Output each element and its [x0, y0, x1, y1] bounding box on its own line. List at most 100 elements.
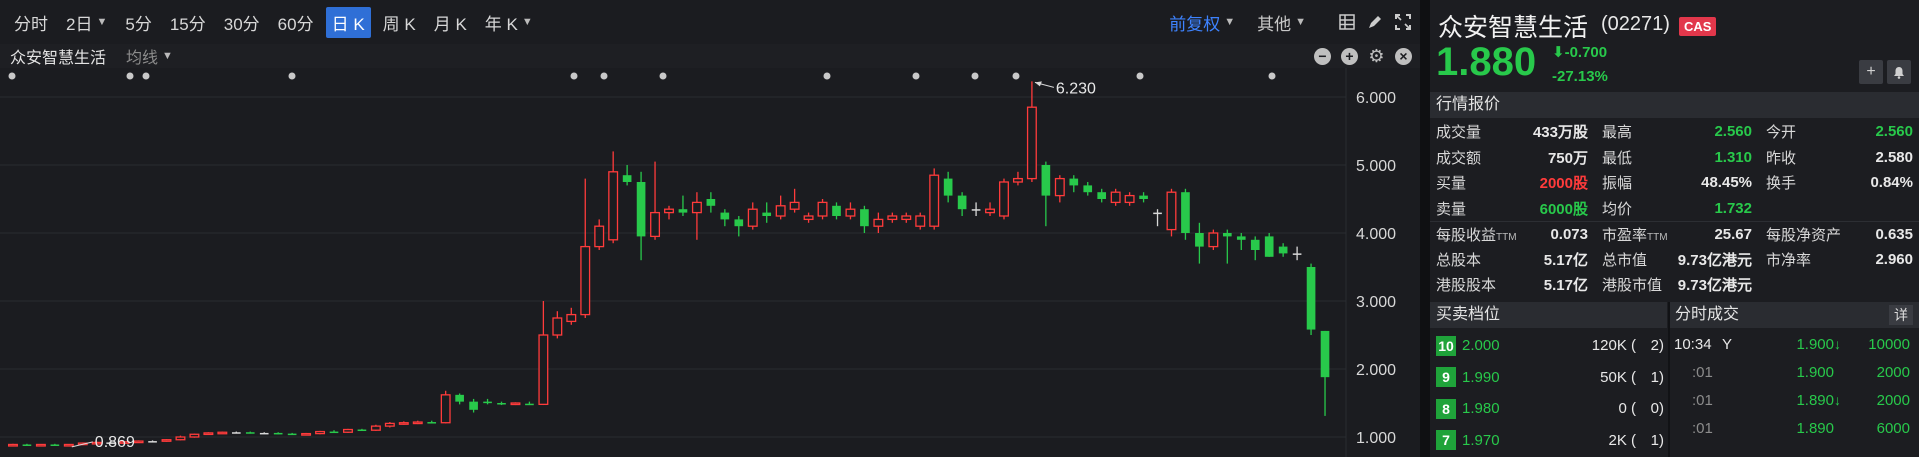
- other-dropdown[interactable]: 其他 ▼: [1257, 10, 1306, 35]
- max-price-label: 6.230: [1056, 80, 1096, 97]
- candle-body: [510, 402, 521, 406]
- draw-pen-icon[interactable]: [1366, 13, 1384, 31]
- fullscreen-icon[interactable]: [1394, 13, 1412, 31]
- order-book-row[interactable]: 10 2.000 120K (2): [1430, 330, 1670, 362]
- candle-body: [1041, 165, 1051, 196]
- quote-value: 9.73亿港元: [1677, 251, 1752, 269]
- zoom-out-icon[interactable]: −: [1314, 47, 1331, 65]
- period-tab-4[interactable]: 30分: [218, 7, 266, 38]
- period-tab-5[interactable]: 60分: [272, 7, 320, 38]
- candle-body: [231, 432, 241, 434]
- candle-body: [1320, 330, 1330, 378]
- tick-row: :01 1.900 2000: [1670, 358, 1919, 386]
- quote-value: 9.73亿港元: [1677, 277, 1752, 295]
- event-marker: [600, 72, 608, 80]
- candle-body: [873, 218, 884, 227]
- candle-body: [63, 443, 74, 447]
- y-axis-label: 1.000: [1356, 430, 1396, 447]
- period-tab-7[interactable]: 周 K: [377, 7, 422, 38]
- order-book-row[interactable]: 9 1.990 50K (1): [1430, 362, 1670, 394]
- candle-body: [664, 208, 674, 214]
- candle-body: [22, 444, 32, 446]
- event-marker: [659, 72, 667, 80]
- period-tab-2[interactable]: 5分: [119, 7, 157, 38]
- candle-body: [1054, 177, 1065, 197]
- tick-time: :01: [1692, 391, 1713, 409]
- layout-grid-icon[interactable]: [1338, 13, 1356, 31]
- close-icon[interactable]: ×: [1395, 47, 1412, 65]
- toolbar-right: 前复权 ▼ 其他 ▼: [1169, 0, 1412, 44]
- candle-body: [133, 440, 144, 444]
- tick-time: :01: [1692, 363, 1713, 381]
- candle-body: [301, 432, 312, 436]
- order-volume: 2K (: [1608, 431, 1636, 449]
- quote-label-text: 市净率: [1766, 251, 1812, 269]
- order-book-row[interactable]: 8 1.980 0 (0): [1430, 393, 1670, 425]
- candle-body: [455, 394, 464, 402]
- pane-divider[interactable]: [1420, 0, 1430, 457]
- ticks-detail-button[interactable]: 详: [1889, 305, 1913, 325]
- candle-body: [440, 394, 451, 424]
- event-marker: [126, 72, 134, 80]
- period-tab-label: 5分: [125, 14, 152, 34]
- candle-body: [189, 433, 200, 438]
- add-watch-icon[interactable]: +: [1859, 60, 1883, 84]
- period-tab-8[interactable]: 月 K: [428, 7, 473, 38]
- candle-body: [817, 201, 828, 217]
- quote-label: 每股收益TTM: [1430, 224, 1530, 245]
- kline-chart[interactable]: 6.000 5.000 4.000 3.000 2.000 1.000 6.230 0.869: [0, 68, 1420, 457]
- quote-label-text: 每股净资产: [1766, 226, 1842, 244]
- candle-body: [775, 205, 786, 217]
- period-tab-9[interactable]: 年 K ▼: [479, 7, 539, 38]
- moving-average-label: 均线: [126, 50, 159, 67]
- tick-price: 1.890: [1796, 391, 1834, 409]
- candle-body: [566, 313, 577, 323]
- event-marker: [288, 72, 296, 80]
- alert-bell-icon[interactable]: [1887, 60, 1911, 84]
- order-book-row[interactable]: 7 1.970 2K (1): [1430, 425, 1670, 457]
- settings-icon[interactable]: ⚙: [1368, 47, 1385, 65]
- y-axis-label: 4.000: [1356, 226, 1396, 243]
- period-tab-3[interactable]: 15分: [164, 7, 212, 38]
- ticks-title-bar: 分时成交 详: [1669, 302, 1919, 328]
- tick-price: 1.900: [1796, 363, 1834, 381]
- quote-value: 2.580: [1875, 148, 1913, 166]
- zoom-in-icon[interactable]: +: [1341, 47, 1358, 65]
- quote-section-title: 行情报价: [1430, 92, 1919, 118]
- depth-title-row: 买卖档位 分时成交 详: [1430, 302, 1919, 328]
- candle-body: [1026, 106, 1037, 180]
- period-tab-6[interactable]: 日 K: [325, 6, 371, 38]
- quote-panel: 众安智慧生活 (02271) CAS 1.880 ⬇-0.700 -27.13%…: [1430, 0, 1919, 457]
- period-tab-label: 年 K: [484, 14, 518, 34]
- quote-label-suffix: TTM: [1496, 231, 1517, 243]
- adjust-mode-dropdown[interactable]: 前复权 ▼: [1169, 10, 1235, 35]
- candle-body: [762, 212, 772, 216]
- quote-row: 成交额 750万 最低 1.310 昨收 2.580: [1430, 145, 1919, 171]
- chart-controls: − + ⚙ ×: [1304, 44, 1412, 68]
- quote-header: 众安智慧生活 (02271) CAS 1.880 ⬇-0.700 -27.13%…: [1430, 0, 1919, 92]
- quote-value: 2000股: [1539, 175, 1588, 193]
- period-tab-1[interactable]: 2日 ▼: [60, 7, 113, 38]
- candle-body: [1306, 267, 1316, 330]
- quote-label: 买量: [1436, 175, 1467, 193]
- tick-arrow: ↓: [1834, 392, 1841, 408]
- quote-label: 成交额: [1436, 149, 1482, 167]
- tick-price: 1.890: [1796, 419, 1834, 437]
- quote-row: 买量 2000股 振幅 48.45% 换手 0.84%: [1430, 170, 1919, 196]
- candle-body: [1208, 232, 1219, 248]
- candle-body: [1110, 191, 1121, 204]
- candle-body: [622, 175, 632, 182]
- candle-body: [650, 211, 661, 238]
- order-volume: 50K (: [1600, 368, 1636, 386]
- y-axis-label: 5.000: [1356, 158, 1396, 175]
- order-level: 7: [1436, 430, 1456, 451]
- moving-average-dropdown[interactable]: 均线 ▼: [126, 44, 173, 68]
- order-level: 10: [1436, 335, 1456, 356]
- candle-body: [1166, 191, 1177, 231]
- y-axis-label: 6.000: [1356, 90, 1396, 107]
- candle-body: [845, 208, 856, 217]
- chevron-down-icon: ▼: [1295, 16, 1306, 28]
- quote-label: 每股净资产: [1752, 224, 1842, 245]
- candle-body: [8, 443, 18, 447]
- period-tab-0[interactable]: 分时: [8, 7, 54, 38]
